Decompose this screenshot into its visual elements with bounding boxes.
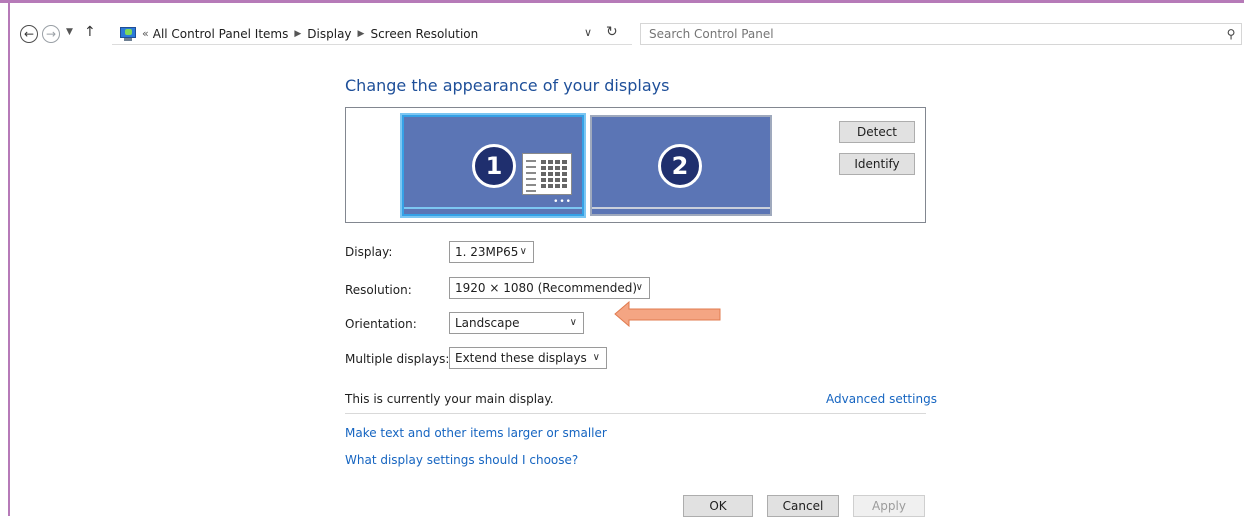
breadcrumb-item-all-control-panel-items[interactable]: All Control Panel Items (153, 27, 289, 41)
chevron-down-icon: ∨ (635, 282, 643, 293)
breadcrumb-item-display[interactable]: Display (307, 27, 351, 41)
multiple-displays-label: Multiple displays: (345, 352, 450, 366)
monitor-taskbar (404, 207, 582, 209)
monitor-taskbar (592, 207, 770, 209)
chevron-right-icon[interactable]: ▶ (294, 29, 301, 39)
detect-button[interactable]: Detect (839, 121, 915, 143)
monitor-arrangement-panel: 1 ••• 2 Detect Identify (345, 107, 926, 223)
advanced-settings-link[interactable]: Advanced settings (826, 392, 937, 406)
monitor-2[interactable]: 2 (590, 115, 772, 216)
orientation-label: Orientation: (345, 317, 417, 331)
address-dropdown-icon[interactable]: ∨ (584, 26, 592, 39)
display-settings-icon (522, 153, 572, 195)
more-dots-icon: ••• (553, 197, 572, 207)
back-arrow-icon[interactable]: ← (20, 25, 38, 43)
annotation-arrow-icon (614, 301, 721, 327)
resolution-label: Resolution: (345, 283, 412, 297)
overflow-chevron-icon[interactable]: « (142, 27, 149, 40)
monitor-number-badge: 1 (472, 144, 516, 188)
forward-arrow-icon[interactable]: → (42, 25, 60, 43)
display-settings-help-link[interactable]: What display settings should I choose? (345, 453, 578, 467)
display-select[interactable]: 1. 23MP65 ∨ (449, 241, 534, 263)
resolution-select[interactable]: 1920 × 1080 (Recommended) ∨ (449, 277, 650, 299)
chevron-down-icon: ∨ (592, 352, 600, 363)
search-field[interactable]: ⚲ (640, 23, 1242, 45)
control-panel-icon (120, 26, 136, 41)
resolution-select-value: 1920 × 1080 (Recommended) (455, 281, 638, 295)
page-title: Change the appearance of your displays (345, 76, 670, 95)
display-select-value: 1. 23MP65 (455, 245, 519, 259)
window-frame-left (8, 3, 10, 516)
monitor-number-badge: 2 (658, 144, 702, 188)
up-arrow-icon[interactable]: ↑ (84, 24, 96, 40)
main-display-text: This is currently your main display. (345, 392, 554, 406)
address-bar: ← → ▼ ↑ « All Control Panel Items ▶ Disp… (12, 22, 1244, 48)
display-label: Display: (345, 245, 393, 259)
search-input[interactable] (641, 24, 1221, 44)
recent-locations-icon[interactable]: ▼ (66, 27, 73, 37)
text-size-link[interactable]: Make text and other items larger or smal… (345, 426, 607, 440)
search-icon[interactable]: ⚲ (1221, 27, 1241, 41)
breadcrumb-item-screen-resolution[interactable]: Screen Resolution (370, 27, 478, 41)
cancel-button[interactable]: Cancel (767, 495, 839, 517)
divider (345, 413, 926, 414)
ok-button[interactable]: OK (683, 495, 753, 517)
breadcrumb[interactable]: « All Control Panel Items ▶ Display ▶ Sc… (112, 23, 632, 45)
identify-button[interactable]: Identify (839, 153, 915, 175)
window-frame-top (0, 0, 1244, 3)
chevron-down-icon: ∨ (569, 317, 577, 328)
chevron-down-icon: ∨ (519, 246, 527, 257)
multiple-displays-select[interactable]: Extend these displays ∨ (449, 347, 607, 369)
multiple-displays-select-value: Extend these displays (455, 351, 587, 365)
apply-button[interactable]: Apply (853, 495, 925, 517)
chevron-right-icon[interactable]: ▶ (358, 29, 365, 39)
monitor-1[interactable]: 1 ••• (402, 115, 584, 216)
refresh-icon[interactable]: ↻ (606, 24, 618, 40)
orientation-select-value: Landscape (455, 316, 520, 330)
orientation-select[interactable]: Landscape ∨ (449, 312, 584, 334)
